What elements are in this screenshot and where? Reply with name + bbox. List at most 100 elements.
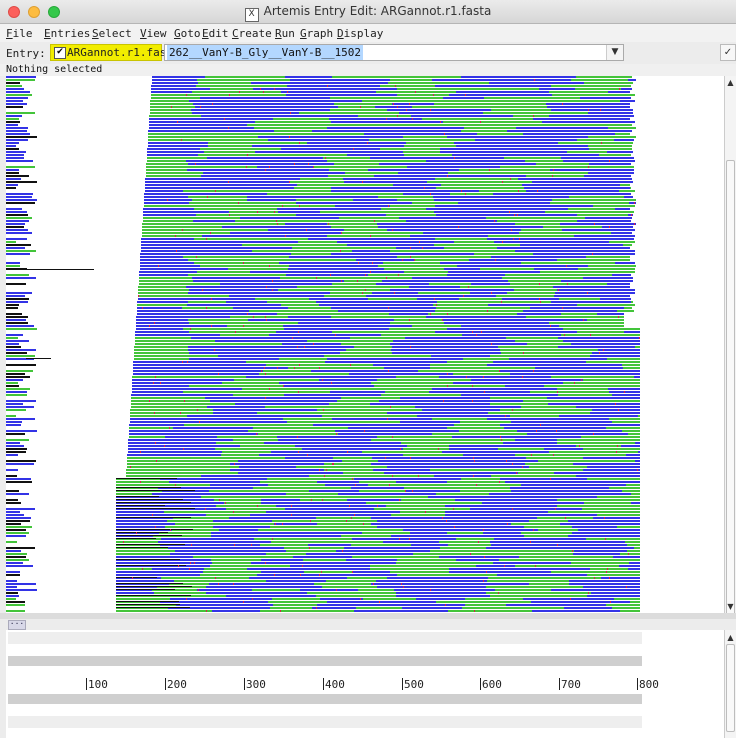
read (6, 574, 20, 576)
read (410, 235, 449, 237)
read (239, 259, 296, 261)
read (377, 526, 421, 528)
alignment-view[interactable] (6, 76, 724, 613)
read (268, 484, 325, 486)
read (472, 439, 515, 441)
read (263, 595, 316, 597)
read (241, 265, 289, 267)
read (434, 199, 492, 201)
read (116, 580, 174, 582)
read (540, 238, 595, 240)
read (614, 499, 640, 501)
read (160, 562, 212, 564)
mismatch-mark (414, 259, 415, 261)
read (317, 604, 359, 606)
sequence-panel[interactable]: 100 200 300 400 500 600 700 800 (6, 630, 724, 738)
scroll-down-arrow-icon[interactable]: ▼ (725, 601, 736, 612)
read (573, 187, 630, 189)
read (543, 514, 597, 516)
menu-entries[interactable]: Entries (44, 27, 90, 40)
read (363, 598, 416, 600)
read (386, 214, 436, 216)
read (559, 325, 608, 327)
read (410, 295, 455, 297)
menu-view[interactable]: View (140, 27, 167, 40)
menu-bar: File Entries Select View Goto Edit Creat… (0, 24, 736, 42)
read (486, 217, 535, 219)
divider-handle[interactable]: ··· (8, 620, 26, 630)
read (434, 82, 489, 84)
read (332, 313, 389, 315)
read (417, 334, 462, 336)
scrollbar-thumb[interactable] (726, 160, 735, 616)
read (116, 574, 152, 576)
menu-goto[interactable]: Goto (174, 27, 201, 40)
read (464, 127, 516, 129)
read (459, 169, 510, 171)
menu-run[interactable]: Run (275, 27, 295, 40)
read (456, 91, 495, 93)
read (247, 196, 283, 198)
read (253, 427, 312, 429)
mismatch-mark (365, 274, 366, 276)
read (6, 391, 27, 393)
read (475, 139, 523, 141)
scroll-up-arrow-icon[interactable]: ▲ (725, 632, 736, 643)
menu-select[interactable]: Select (92, 27, 132, 40)
read (392, 103, 434, 105)
menu-display[interactable]: Display (337, 27, 383, 40)
mismatch-mark (332, 463, 333, 465)
menu-create[interactable]: Create (232, 27, 272, 40)
read (563, 340, 608, 342)
read (479, 310, 523, 312)
read (447, 532, 483, 534)
mismatch-mark (624, 391, 625, 393)
read (272, 520, 318, 522)
mismatch-mark (483, 529, 484, 531)
read (635, 460, 640, 462)
chevron-down-icon[interactable]: ▼ (606, 45, 623, 60)
read (396, 562, 450, 564)
read (430, 469, 479, 471)
read (267, 478, 304, 480)
scrollbar-thumb[interactable] (726, 644, 735, 732)
sequence-scrollbar[interactable]: ▲ (724, 630, 736, 738)
read (416, 598, 465, 600)
scroll-up-arrow-icon[interactable]: ▲ (725, 77, 736, 88)
mismatch-mark (274, 88, 275, 90)
read (315, 439, 371, 441)
entry-toggle[interactable]: ✔ ARGannot.r1.fasta (50, 44, 180, 61)
entry-checkbox[interactable]: ✔ (54, 47, 66, 59)
read (375, 127, 420, 129)
read (604, 559, 640, 561)
checkmark-button[interactable]: ✓ (720, 44, 736, 61)
read (435, 595, 490, 597)
read (504, 172, 545, 174)
read (435, 178, 482, 180)
read (493, 145, 537, 147)
read (164, 511, 207, 513)
read (452, 154, 492, 156)
menu-graph[interactable]: Graph (300, 27, 333, 40)
read (362, 325, 412, 327)
read (182, 388, 242, 390)
mismatch-mark (484, 556, 485, 558)
read (544, 385, 595, 387)
read (364, 133, 421, 135)
mismatch-mark (387, 418, 388, 420)
menu-file[interactable]: File (6, 27, 33, 40)
read (481, 496, 540, 498)
mismatch-mark (474, 460, 475, 462)
mismatch-mark (243, 325, 244, 327)
read (234, 379, 277, 381)
menu-edit[interactable]: Edit (202, 27, 229, 40)
panel-separator[interactable] (0, 613, 736, 619)
alignment-scrollbar[interactable]: ▲ ▼ (724, 76, 736, 616)
read (341, 343, 390, 345)
read (136, 325, 182, 327)
read (461, 223, 515, 225)
feature-selector-combobox[interactable]: 262__VanY-B_Gly__VanY-B__1502 ▼ (164, 44, 624, 61)
read-alignment-canvas[interactable] (6, 76, 724, 613)
read (206, 592, 259, 594)
read (129, 427, 173, 429)
